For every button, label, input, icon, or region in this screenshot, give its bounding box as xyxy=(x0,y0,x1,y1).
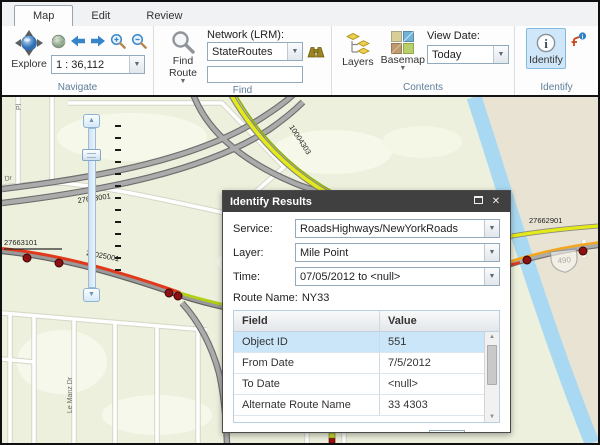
map-scale-value: 1 : 36,112 xyxy=(52,59,129,71)
route-id-label: 27662901 xyxy=(529,216,562,225)
column-header-value[interactable]: Value xyxy=(379,311,484,331)
time-value: 07/05/2012 to <null> xyxy=(296,271,484,283)
table-row-partial xyxy=(234,416,499,423)
chevron-down-icon: ▼ xyxy=(180,79,187,84)
scroll-up-icon[interactable]: ▲ xyxy=(485,334,499,340)
attributes-table: Field Value Object ID 551 From Date 7/5/… xyxy=(233,310,500,423)
zoom-slider-up-button[interactable]: ▲ xyxy=(83,114,100,128)
layers-label: Layers xyxy=(342,56,374,68)
view-date-value: Today xyxy=(428,49,493,61)
goto-page-input[interactable] xyxy=(429,430,465,432)
tab-review[interactable]: Review xyxy=(128,6,200,26)
dialog-titlebar[interactable]: Identify Results ✕ xyxy=(223,191,510,212)
route-id-label: 27663101 xyxy=(4,238,37,247)
find-route-magnifier-icon xyxy=(170,29,196,55)
group-label-identify: Identify xyxy=(515,82,598,95)
service-combobox[interactable]: RoadsHighways/NewYorkRoads ▼ xyxy=(295,219,500,238)
chevron-down-icon[interactable]: ▼ xyxy=(287,43,302,60)
chevron-down-icon[interactable]: ▼ xyxy=(484,244,499,261)
chevron-down-icon: ▼ xyxy=(399,66,406,71)
group-find: Find Route ▼ Network (LRM): StateRoutes … xyxy=(154,26,332,95)
table-row[interactable]: From Date 7/5/2012 xyxy=(234,353,499,374)
layers-button[interactable]: Layers xyxy=(337,28,379,69)
street-name-label: Pl xyxy=(16,103,23,110)
layer-value: Mile Point xyxy=(296,247,484,259)
chevron-down-icon[interactable]: ▼ xyxy=(484,220,499,237)
chevron-down-icon[interactable]: ▼ xyxy=(129,56,144,73)
street-name-label: Le Manz Dr xyxy=(67,376,74,413)
forward-arrow-icon[interactable] xyxy=(90,35,106,47)
explore-compass-icon xyxy=(14,29,44,58)
close-icon[interactable]: ✕ xyxy=(489,196,503,207)
route-name-row: Route Name: NY33 xyxy=(233,292,500,304)
zoom-slider-down-button[interactable]: ▼ xyxy=(83,288,100,302)
find-route-label: Find Route xyxy=(166,55,200,79)
layers-tree-icon xyxy=(345,31,371,56)
scrollbar-thumb[interactable] xyxy=(487,345,497,385)
zoom-slider-handle[interactable] xyxy=(82,149,101,161)
tab-map[interactable]: Map xyxy=(14,5,73,26)
table-scrollbar[interactable]: ▲ ▼ xyxy=(484,332,499,422)
route-name-label: Route Name: xyxy=(233,292,298,304)
event-marker xyxy=(329,433,335,443)
service-value: RoadsHighways/NewYorkRoads xyxy=(296,223,484,235)
basemap-button[interactable]: Basemap ▼ xyxy=(379,28,427,72)
network-lrm-label: Network (LRM): xyxy=(207,28,326,42)
view-date-label: View Date: xyxy=(427,29,509,43)
identify-route-location-icon[interactable]: i xyxy=(571,32,587,48)
explore-button[interactable]: Explore xyxy=(7,28,51,71)
layer-label: Layer: xyxy=(233,247,295,259)
back-arrow-icon[interactable] xyxy=(70,35,86,47)
network-lrm-combobox[interactable]: StateRoutes ▼ xyxy=(207,42,303,61)
table-row[interactable]: To Date <null> xyxy=(234,374,499,395)
ribbon: Explore xyxy=(2,26,598,95)
view-date-combobox[interactable]: Today ▼ xyxy=(427,45,509,64)
route-name-value: NY33 xyxy=(302,292,330,304)
column-header-field[interactable]: Field xyxy=(234,311,379,331)
service-label: Service: xyxy=(233,223,295,235)
group-navigate: Explore xyxy=(2,26,154,95)
ribbon-tabbar: Map Edit Review xyxy=(2,2,598,26)
group-identify: i Identify i Identify xyxy=(515,26,598,95)
svg-text:490: 490 xyxy=(557,255,572,265)
app-window: Map Edit Review Explore xyxy=(0,0,600,445)
basemap-tiles-icon xyxy=(391,31,414,54)
chevron-down-icon[interactable]: ▼ xyxy=(493,46,508,63)
group-label-navigate: Navigate xyxy=(2,82,153,95)
time-label: Time: xyxy=(233,271,295,283)
network-lrm-value: StateRoutes xyxy=(208,46,287,58)
group-label-contents: Contents xyxy=(332,82,514,95)
svg-text:i: i xyxy=(544,36,548,51)
dialog-title: Identify Results xyxy=(230,196,467,208)
pagination-bar: (1 of 2) Go to: ▲▼ xyxy=(233,423,500,432)
identify-label: Identify xyxy=(529,54,563,66)
table-row[interactable]: Object ID 551 xyxy=(234,332,499,353)
zoom-level-ticks xyxy=(115,125,121,271)
route-search-input[interactable] xyxy=(207,66,303,83)
identify-info-icon: i xyxy=(535,32,557,54)
scroll-down-icon[interactable]: ▼ xyxy=(485,414,499,420)
globe-icon[interactable] xyxy=(51,34,66,49)
table-header-row: Field Value xyxy=(234,311,499,332)
tab-edit[interactable]: Edit xyxy=(73,6,128,26)
group-contents: Layers Basemap ▼ View Date: xyxy=(332,26,515,95)
explore-label: Explore xyxy=(11,58,47,70)
time-combobox[interactable]: 07/05/2012 to <null> ▼ xyxy=(295,267,500,286)
zoom-out-icon[interactable] xyxy=(131,33,148,49)
find-route-button[interactable]: Find Route ▼ xyxy=(159,28,207,85)
identify-results-dialog: Identify Results ✕ Service: RoadsHighway… xyxy=(222,190,511,433)
zoom-in-icon[interactable] xyxy=(110,33,127,49)
binoculars-icon[interactable] xyxy=(307,45,325,58)
map-scale-combobox[interactable]: 1 : 36,112 ▼ xyxy=(51,55,145,74)
identify-button[interactable]: i Identify xyxy=(526,28,566,69)
layer-combobox[interactable]: Mile Point ▼ xyxy=(295,243,500,262)
maximize-icon[interactable] xyxy=(471,196,485,207)
chevron-down-icon[interactable]: ▼ xyxy=(484,268,499,285)
table-row[interactable]: Alternate Route Name 33 4303 xyxy=(234,395,499,416)
